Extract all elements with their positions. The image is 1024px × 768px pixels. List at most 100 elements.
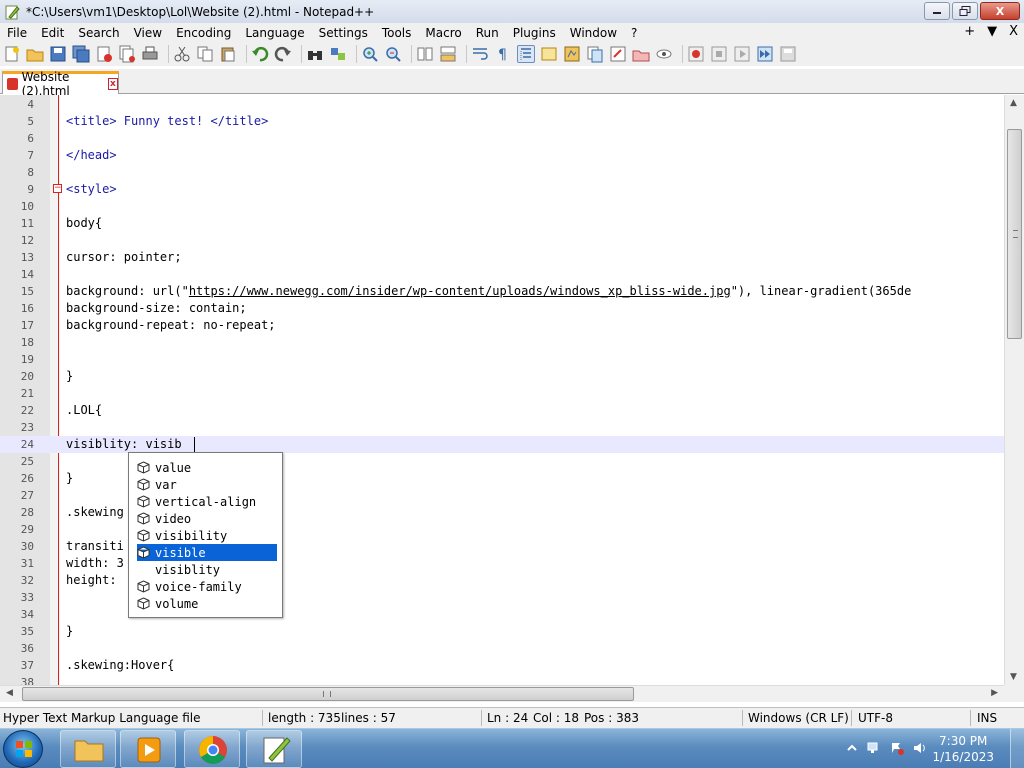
autocomplete-item-vertical-align[interactable]: vertical-align [137,493,277,510]
macro-record-button[interactable] [687,45,705,63]
folder-workspace-button[interactable] [632,45,650,63]
scroll-right-icon[interactable]: ▶ [991,688,998,698]
copy-button[interactable] [196,45,214,63]
autocomplete-item-visibility[interactable]: visibility [137,527,277,544]
sync-horizontal-button[interactable] [439,45,457,63]
autocomplete-item-visible[interactable]: visible [137,544,277,561]
menu-search[interactable]: Search [71,26,126,40]
line-number: 7 [27,149,34,162]
replace-button[interactable] [329,45,347,63]
doc-map-button[interactable] [563,45,581,63]
pilcrow-icon: ¶ [498,47,507,63]
sync-vertical-button[interactable] [416,45,434,63]
close-file-button[interactable] [95,45,113,63]
show-hidden-icons-icon[interactable] [845,741,859,755]
autocomplete-item-visiblity[interactable]: visiblity [137,561,277,578]
macro-save-button[interactable] [779,45,797,63]
autocomplete-item-volume[interactable]: volume [137,595,277,612]
menu-help[interactable]: ? [624,26,644,40]
line-number: 18 [20,336,34,349]
menu-encoding[interactable]: Encoding [169,26,238,40]
indent-guide-button[interactable] [517,45,535,63]
status-eol[interactable]: Windows (CR LF) [748,711,849,725]
close-button[interactable]: X [980,2,1020,20]
doc-list-button[interactable] [586,45,604,63]
show-all-chars-button[interactable]: ¶ [494,45,512,63]
horizontal-scroll-thumb[interactable] [22,687,634,701]
print-button[interactable] [141,45,159,63]
start-button[interactable] [3,730,43,768]
zoom-out-button[interactable] [384,45,402,63]
macro-stop-button[interactable] [710,45,728,63]
tab-website-2-html[interactable]: Website (2).html x [2,70,119,98]
open-file-button[interactable] [26,45,44,63]
function-list-button[interactable] [609,45,627,63]
clock-date: 1/16/2023 [932,750,994,764]
windows-logo-icon [16,741,32,757]
taskbar-notepadpp-button[interactable] [246,730,302,768]
line-number: 21 [20,387,34,400]
undo-button[interactable] [251,45,269,63]
maximize-button[interactable] [952,2,978,20]
action-center-icon[interactable] [890,741,904,755]
clock-time: 7:30 PM [939,734,988,748]
menu-file[interactable]: File [0,26,34,40]
find-button[interactable] [306,45,324,63]
udl-button[interactable] [540,45,558,63]
menu-window[interactable]: Window [563,26,624,40]
record-icon [688,46,704,62]
tab-close-button[interactable]: x [107,78,118,90]
scroll-left-icon[interactable]: ◀ [6,688,13,698]
network-icon[interactable] [867,741,881,755]
line-code: <title> Funny test! </title> [66,114,269,128]
menu-settings[interactable]: Settings [312,26,375,40]
vertical-scrollbar[interactable]: ▲ ▼ [1004,95,1024,685]
fold-toggle-icon[interactable]: − [53,184,62,193]
status-insert-mode[interactable]: INS [977,711,997,725]
taskbar-media-player-button[interactable] [120,730,176,768]
unsaved-file-icon [7,78,18,90]
menu-run[interactable]: Run [469,26,506,40]
menu-tools[interactable]: Tools [375,26,419,40]
menu-edit[interactable]: Edit [34,26,71,40]
autocomplete-item-video[interactable]: video [137,510,277,527]
horizontal-scrollbar[interactable]: ◀ ▶ [0,685,1004,702]
macro-play-button[interactable] [733,45,751,63]
volume-icon[interactable] [913,741,927,755]
save-all-button[interactable] [72,45,90,63]
code-url-link[interactable]: https://www.newegg.com/insider/wp-conten… [189,284,731,298]
menu-macro[interactable]: Macro [418,26,468,40]
close-doc-button[interactable]: X [1009,24,1018,39]
save-button[interactable] [49,45,67,63]
scroll-down-icon[interactable]: ▼ [1010,672,1017,682]
close-all-button[interactable] [118,45,136,63]
autocomplete-label: visibility [155,528,228,543]
tab-list-button[interactable]: ▼ [987,24,997,39]
taskbar-chrome-button[interactable] [184,730,240,768]
line-number: 8 [27,166,34,179]
cut-button[interactable] [173,45,191,63]
scroll-up-icon[interactable]: ▲ [1010,98,1017,108]
menu-plugins[interactable]: Plugins [506,26,563,40]
autocomplete-item-var[interactable]: var [137,476,277,493]
paste-button[interactable] [219,45,237,63]
monitoring-button[interactable] [655,45,673,63]
cube-icon [137,580,150,593]
zoom-in-button[interactable] [361,45,379,63]
new-file-button[interactable] [3,45,21,63]
menu-language[interactable]: Language [238,26,311,40]
show-desktop-button[interactable] [1010,729,1024,768]
status-encoding[interactable]: UTF-8 [858,711,893,725]
taskbar-explorer-button[interactable] [60,730,116,768]
new-tab-button[interactable]: + [964,24,975,39]
autocomplete-item-voice-family[interactable]: voice-family [137,578,277,595]
macro-run-multiple-button[interactable] [756,45,774,63]
word-wrap-button[interactable] [471,45,489,63]
redo-button[interactable] [274,45,292,63]
menu-view[interactable]: View [127,26,169,40]
chrome-icon [199,736,227,764]
taskbar-clock[interactable]: 7:30 PM 1/16/2023 [932,733,994,765]
autocomplete-item-value[interactable]: value [137,459,277,476]
minimize-button[interactable] [924,2,950,20]
vertical-scroll-thumb[interactable] [1007,129,1022,339]
